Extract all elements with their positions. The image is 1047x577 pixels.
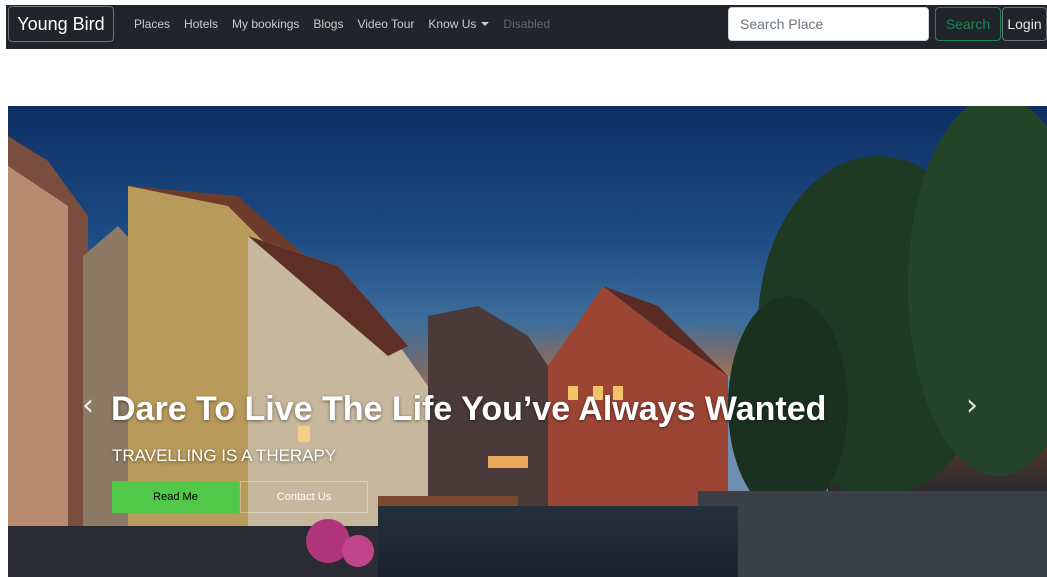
contact-us-button[interactable]: Contact Us [240,481,368,513]
caret-down-icon [481,22,490,26]
hero-carousel: ‹ › Dare To Live The Life You’ve Always … [8,106,1047,577]
hero-subtitle: TRAVELLING IS A THERAPY [112,446,337,465]
nav-link-places[interactable]: Places [134,17,170,31]
nav-link-disabled: Disabled [503,17,551,31]
nav-dropdown-label: Know Us [428,17,477,31]
nav-link-my-bookings[interactable]: My bookings [232,17,299,31]
search-input[interactable] [728,7,929,41]
top-navbar: Young Bird Places Hotels My bookings Blo… [6,5,1047,49]
chevron-left-icon: ‹ [82,388,94,423]
nav-link-hotels[interactable]: Hotels [184,17,218,31]
brand-logo-link[interactable]: Young Bird [8,6,114,42]
login-button[interactable]: Login [1002,7,1047,41]
nav-link-blogs[interactable]: Blogs [313,17,343,31]
nav-link-video-tour[interactable]: Video Tour [357,17,414,31]
search-button[interactable]: Search [935,7,1001,41]
hero-title: Dare To Live The Life You’ve Always Want… [111,390,827,428]
carousel-next-button[interactable]: › [960,391,984,421]
nav-dropdown-know-us[interactable]: Know Us [428,17,490,31]
carousel-prev-button[interactable]: ‹ [76,391,100,421]
canal-water [378,506,738,577]
read-me-button[interactable]: Read Me [112,481,239,513]
nav-links: Places Hotels My bookings Blogs Video To… [134,5,564,43]
chevron-right-icon: › [966,388,978,423]
